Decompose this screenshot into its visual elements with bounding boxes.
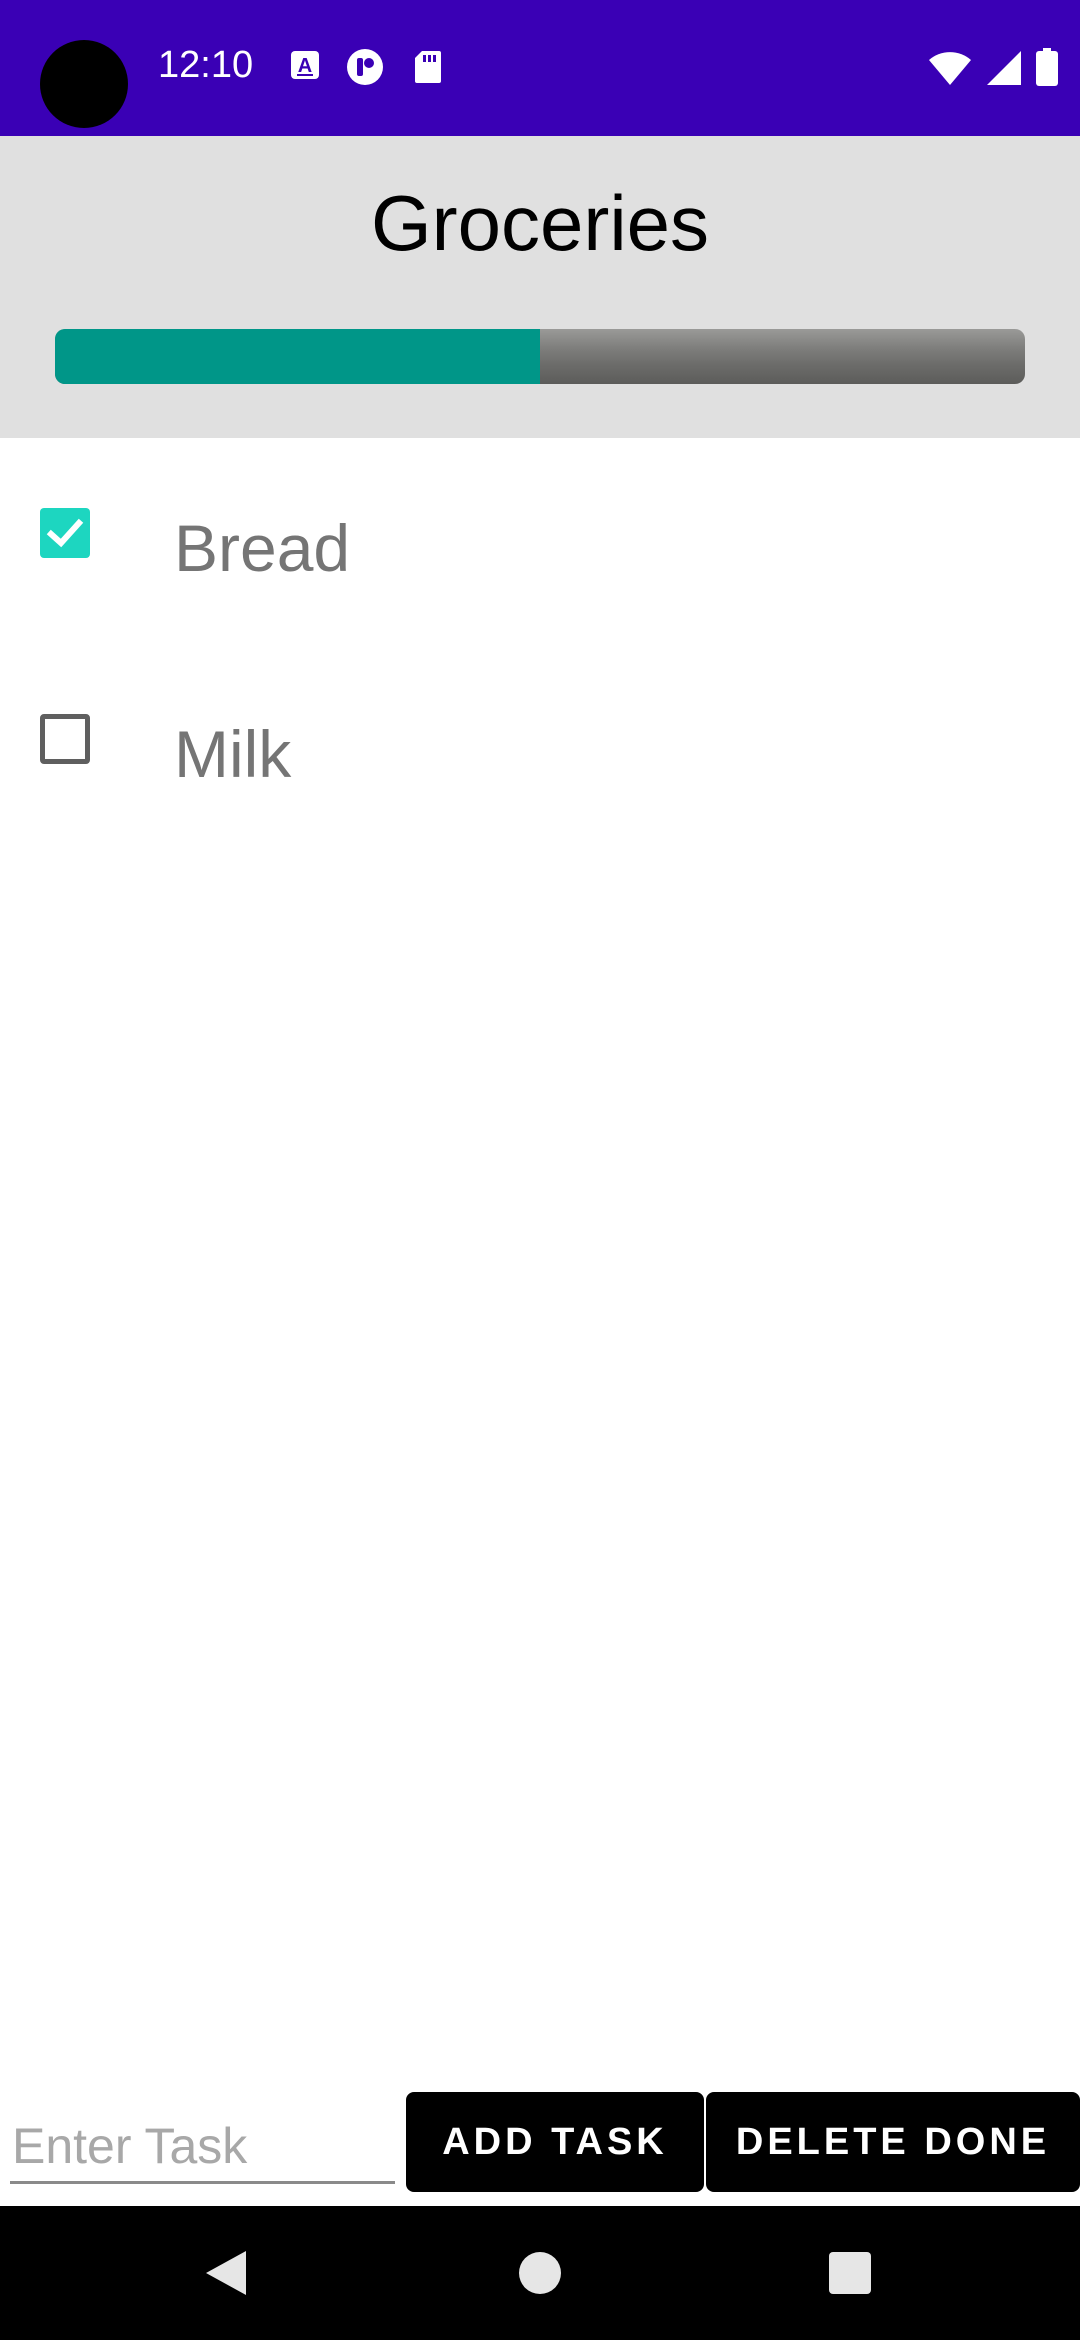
battery-icon: [1036, 48, 1058, 86]
task-input[interactable]: [10, 2110, 395, 2184]
progress-fill: [55, 329, 540, 384]
svg-text:A: A: [298, 55, 312, 77]
status-time: 12:10: [158, 44, 254, 86]
page-title: Groceries: [370, 179, 710, 267]
header: Groceries: [0, 136, 1080, 438]
status-right-icons: [928, 48, 1058, 86]
checkmark-icon: [46, 518, 84, 548]
task-label: Bread: [174, 511, 351, 585]
task-checkbox-unchecked[interactable]: [40, 714, 90, 764]
sd-card-icon: [415, 51, 441, 83]
nav-back-button[interactable]: [166, 2206, 286, 2340]
signal-icon: [987, 51, 1021, 85]
task-list: Bread Milk: [0, 438, 1080, 850]
task-checkbox-checked[interactable]: [40, 508, 90, 558]
task-label: Milk: [174, 717, 292, 791]
nav-home-button[interactable]: [480, 2206, 600, 2340]
navigation-bar: [0, 2206, 1080, 2340]
a-notification-icon: A: [291, 51, 319, 79]
progress-bar: [55, 329, 1025, 384]
delete-done-button[interactable]: DELETE DONE: [706, 2092, 1080, 2192]
status-bar: 12:10 A: [0, 0, 1080, 136]
home-icon: [519, 2252, 561, 2294]
app-notification-icon: [347, 49, 383, 85]
recents-icon: [829, 2252, 871, 2294]
back-icon: [206, 2251, 246, 2295]
app-screen: 12:10 A Groceries Bread Milk Enter Task …: [0, 0, 1080, 2340]
nav-recents-button[interactable]: [790, 2206, 910, 2340]
camera-cutout: [40, 40, 128, 128]
add-task-button[interactable]: ADD TASK: [406, 2092, 704, 2192]
list-item[interactable]: Milk: [0, 644, 1080, 850]
list-item[interactable]: Bread: [0, 438, 1080, 644]
wifi-icon: [929, 52, 971, 85]
